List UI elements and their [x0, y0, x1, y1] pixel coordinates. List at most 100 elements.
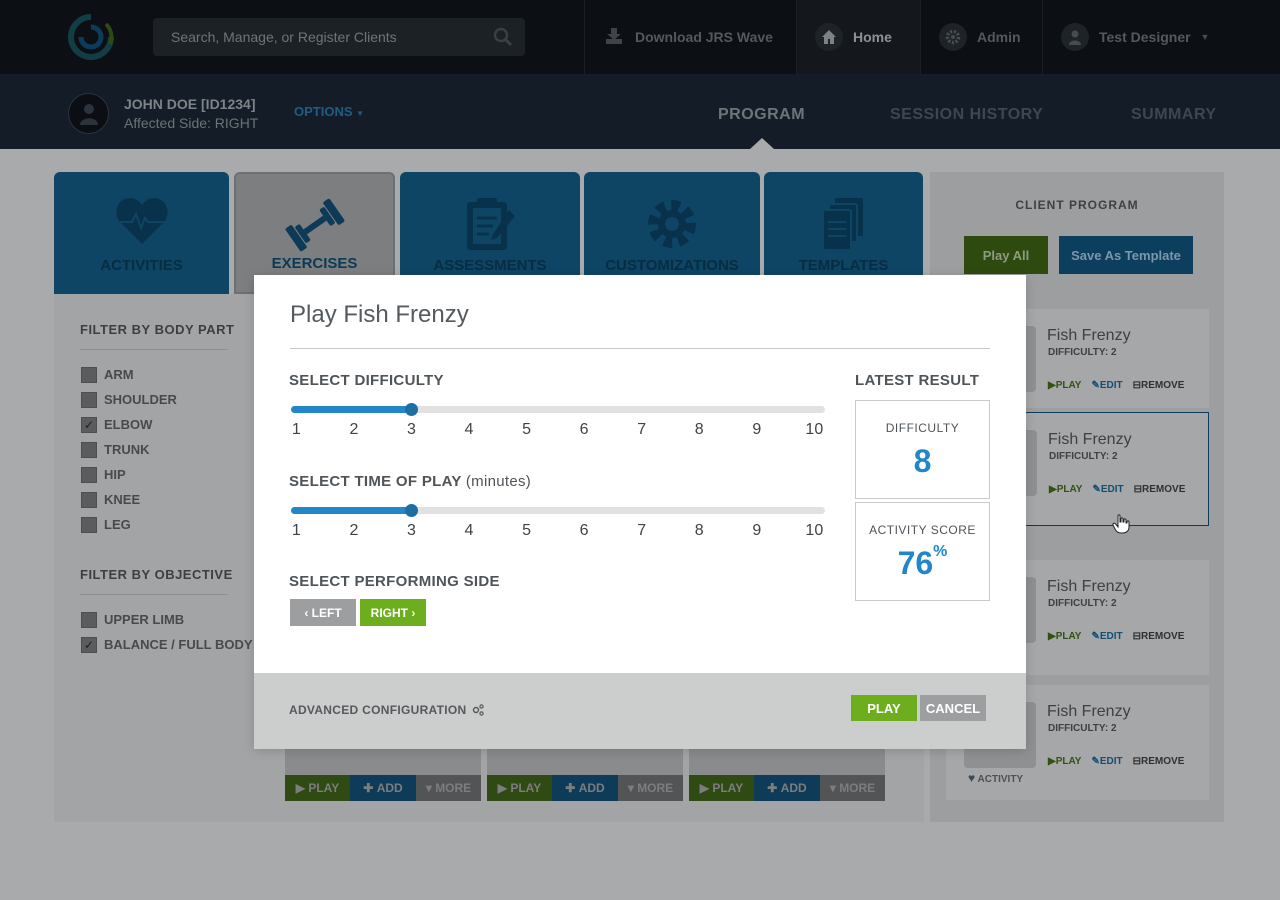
time-section-title: SELECT TIME OF PLAY (minutes) [289, 473, 531, 490]
card-play-label: PLAY [510, 781, 542, 795]
client-program-title: CLIENT PROGRAM [1015, 198, 1139, 212]
checkbox-upper-limb[interactable] [81, 612, 97, 628]
program-item-difficulty: DIFFICULTY: 2 [1049, 451, 1118, 462]
program-item-edit[interactable]: ✎EDIT [1092, 484, 1123, 495]
avatar [68, 93, 109, 134]
program-item-remove[interactable]: ⊟REMOVE [1133, 631, 1185, 642]
side-section-title: SELECT PERFORMING SIDE [289, 573, 500, 590]
nav-admin-label: Admin [977, 29, 1021, 45]
tab-assessments-label: ASSESSMENTS [433, 257, 547, 274]
time-tick-label: 2 [349, 522, 359, 539]
card-add-button[interactable]: ✚ ADD [552, 775, 618, 801]
gear-icon [648, 200, 696, 248]
side-right-button[interactable]: RIGHT › [360, 599, 426, 626]
card-more-button[interactable]: ▾ MORE [618, 775, 683, 801]
options-dropdown[interactable]: OPTIONS ▼ [294, 104, 364, 119]
card-play-button[interactable]: ▶ PLAY [689, 775, 754, 801]
modal-cancel-button[interactable]: CANCEL [920, 695, 986, 721]
play-icon: ▶ [699, 781, 709, 795]
exercise-card [285, 748, 481, 775]
plus-icon: ✚ [565, 781, 576, 795]
checkbox-balance-full-body[interactable]: ✓ [81, 637, 97, 653]
tab-session-history[interactable]: SESSION HISTORY [890, 106, 1043, 124]
play-all-button[interactable]: Play All [964, 236, 1048, 274]
result-score-label: ACTIVITY SCORE [869, 523, 976, 537]
tab-templates-label: TEMPLATES [798, 257, 889, 274]
difficulty-slider[interactable] [291, 403, 825, 416]
program-item-play[interactable]: ▶PLAY [1048, 631, 1081, 642]
program-item-name: Fish Frenzy [1047, 703, 1131, 720]
card-more-button[interactable]: ▾ MORE [416, 775, 481, 801]
save-as-template-button[interactable]: Save As Template [1059, 236, 1193, 274]
advanced-configuration-link[interactable]: ADVANCED CONFIGURATION [289, 703, 485, 717]
minus-square-icon: ⊟ [1132, 756, 1142, 767]
program-item-remove[interactable]: ⊟REMOVE [1133, 380, 1185, 391]
card-play-button[interactable]: ▶ PLAY [487, 775, 552, 801]
time-tick-label: 6 [579, 522, 589, 539]
card-more-label: MORE [435, 781, 472, 795]
minus-square-icon: ⊟ [1132, 631, 1142, 642]
modal-play-button[interactable]: PLAY [851, 695, 917, 721]
checkbox-shoulder[interactable] [81, 392, 97, 408]
checkmark-icon: ✓ [83, 638, 95, 652]
difficulty-slider-handle[interactable] [405, 403, 419, 416]
program-item-play[interactable]: ▶PLAY [1048, 756, 1081, 767]
filter-body-part-title: FILTER BY BODY PART [80, 322, 235, 337]
checkbox-trunk[interactable] [81, 442, 97, 458]
card-add-button[interactable]: ✚ ADD [754, 775, 820, 801]
program-item-edit[interactable]: ✎EDIT [1091, 631, 1122, 642]
search-icon[interactable] [493, 27, 513, 47]
play-icon: ▶ [295, 781, 305, 795]
card-more-button[interactable]: ▾ MORE [820, 775, 885, 801]
divider [80, 594, 228, 595]
difficulty-tick-label: 8 [694, 421, 704, 438]
checkbox-hip[interactable] [81, 467, 97, 483]
chevron-down-icon: ▼ [1200, 32, 1210, 42]
card-play-button[interactable]: ▶ PLAY [285, 775, 350, 801]
search-box[interactable]: Search, Manage, or Register Clients [153, 18, 525, 56]
logo-icon[interactable] [68, 14, 114, 60]
checkbox-arm[interactable] [81, 367, 97, 383]
chevron-down-icon: ▾ [425, 781, 432, 795]
program-item-name: Fish Frenzy [1048, 431, 1132, 448]
checkbox-elbow[interactable]: ✓ [81, 417, 97, 433]
time-tick-label: 3 [406, 522, 416, 539]
program-item-remove[interactable]: ⊟REMOVE [1134, 484, 1186, 495]
program-item-play[interactable]: ▶PLAY [1048, 380, 1081, 391]
tab-activities[interactable]: ACTIVITIES [54, 172, 229, 294]
card-add-button[interactable]: ✚ ADD [350, 775, 416, 801]
tab-activities-label: ACTIVITIES [100, 257, 183, 274]
checkbox-knee[interactable] [81, 492, 97, 508]
nav-admin[interactable]: Admin [920, 0, 1042, 74]
program-item-name: Fish Frenzy [1047, 327, 1131, 344]
result-score-value: 76 [897, 545, 934, 581]
tab-summary[interactable]: SUMMARY [1131, 106, 1217, 124]
play-icon: ▶ [1049, 484, 1057, 495]
side-right-label: RIGHT [370, 605, 408, 620]
time-slider-handle[interactable] [405, 504, 419, 517]
program-item-edit[interactable]: ✎EDIT [1091, 756, 1122, 767]
side-left-button[interactable]: ‹ LEFT [290, 599, 356, 626]
search-input[interactable]: Search, Manage, or Register Clients [171, 29, 397, 45]
tab-program[interactable]: PROGRAM [718, 106, 805, 124]
time-tick-label: 7 [637, 522, 647, 539]
program-item-edit[interactable]: ✎EDIT [1091, 380, 1122, 391]
play-icon: ▶ [1048, 756, 1056, 767]
difficulty-tick-label: 3 [406, 421, 416, 438]
result-difficulty-value: 8 [913, 443, 932, 479]
nav-download[interactable]: Download JRS Wave [584, 0, 796, 74]
checkbox-leg[interactable] [81, 517, 97, 533]
card-add-label: ADD [780, 781, 807, 795]
program-item-difficulty: DIFFICULTY: 2 [1048, 347, 1117, 358]
nav-home[interactable]: Home [796, 0, 920, 74]
chevron-left-icon: ‹ [304, 605, 309, 620]
card-play-label: PLAY [308, 781, 340, 795]
nav-user-menu[interactable]: Test Designer ▼ [1042, 0, 1242, 74]
time-unit-label: (minutes) [465, 473, 532, 490]
nav-home-label: Home [853, 29, 892, 45]
time-tick-label: 8 [694, 522, 704, 539]
time-slider[interactable] [291, 504, 825, 517]
program-item-play[interactable]: ▶PLAY [1049, 484, 1082, 495]
chevron-down-icon: ▼ [356, 109, 365, 118]
program-item-remove[interactable]: ⊟REMOVE [1133, 756, 1185, 767]
